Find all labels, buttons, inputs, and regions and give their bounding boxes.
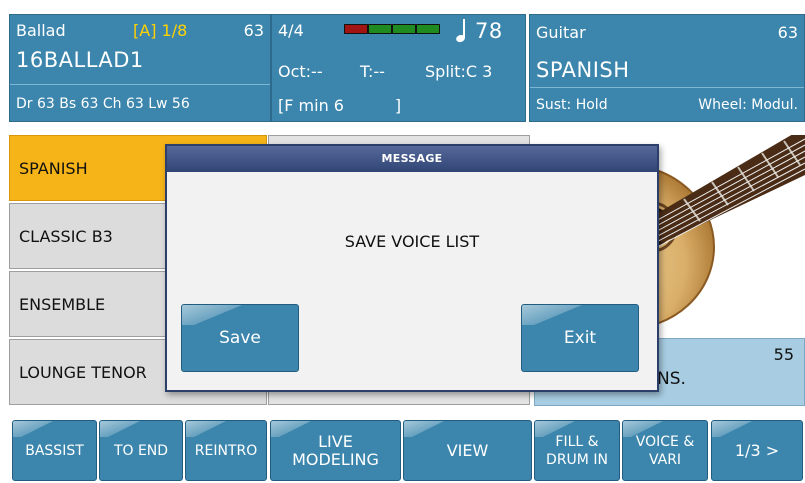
button-label: TO END (113, 442, 169, 459)
exit-button[interactable]: Exit (521, 304, 639, 372)
style-volumes: Dr 63 Bs 63 Ch 63 Lw 56 (16, 96, 190, 112)
beat-led (345, 25, 367, 33)
beat-led (369, 25, 391, 33)
button-label: VOICE & VARI (635, 433, 695, 468)
save-button[interactable]: Save (181, 304, 299, 372)
voice-settings-row: Sust: Hold Wheel: Modul. (536, 97, 798, 113)
divider (10, 84, 270, 85)
voice-item-label: ENSEMBLE (19, 294, 106, 314)
fill-drum-in-button[interactable]: FILL & DRUM IN (534, 420, 620, 481)
button-label: 1/3 > (734, 440, 780, 460)
beat-led (393, 25, 415, 33)
message-dialog: MESSAGE SAVE VOICE LIST Save Exit (165, 144, 659, 392)
style-file-name: 16BALLAD1 (16, 48, 144, 72)
button-label: LIVE MODELING (292, 431, 379, 469)
voice-item-label: NS. (657, 369, 686, 389)
octave-row: Oct:-- T:-- Split:C 3 (278, 62, 519, 81)
voice-name: SPANISH (536, 58, 630, 82)
bassist-button[interactable]: BASSIST (12, 420, 97, 481)
divider (530, 87, 804, 88)
status-header: Ballad [A] 1/8 63 16BALLAD1 Dr 63 Bs 63 … (0, 0, 805, 124)
to-end-button[interactable]: TO END (99, 420, 183, 481)
voice-panel[interactable]: Guitar 63 SPANISH Sust: Hold Wheel: Modu… (529, 14, 805, 122)
button-label: REINTRO (194, 442, 258, 459)
function-bar: BASSIST TO END REINTRO LIVE MODELING VIE… (0, 412, 805, 483)
voice-item-label: SPANISH (19, 158, 88, 178)
style-variation: [A] 1/8 (133, 21, 188, 40)
reintro-button[interactable]: REINTRO (185, 420, 267, 481)
style-value: 63 (243, 21, 264, 40)
button-label: FILL & DRUM IN (546, 433, 608, 468)
beat-led (417, 25, 439, 33)
view-button[interactable]: VIEW (403, 420, 532, 481)
style-panel[interactable]: Ballad [A] 1/8 63 16BALLAD1 Dr 63 Bs 63 … (9, 14, 271, 122)
dialog-message: SAVE VOICE LIST (344, 232, 480, 251)
transpose-value: T:-- (360, 62, 385, 81)
voice-vari-button[interactable]: VOICE & VARI (622, 420, 708, 481)
next-page-button[interactable]: 1/3 > (711, 420, 803, 481)
voice-item-value: 55 (773, 345, 794, 364)
split-value: Split:C 3 (425, 62, 493, 81)
voice-item-label: CLASSIC B3 (19, 226, 113, 246)
octave-value: Oct:-- (278, 62, 323, 81)
voice-value: 63 (777, 23, 798, 42)
live-modeling-button[interactable]: LIVE MODELING (270, 420, 401, 481)
button-label: BASSIST (25, 442, 84, 459)
quarter-note-icon (455, 19, 469, 43)
voice-item-label: LOUNGE TENOR (19, 362, 147, 382)
voice-category: Guitar (536, 23, 586, 42)
dialog-title: MESSAGE (167, 146, 657, 172)
arranger-panel[interactable]: 4/4 78 Oct:-- T:-- Split:C 3 [F min 6 ] (271, 14, 526, 122)
chord-display: [F min 6 ] (278, 96, 402, 115)
style-name: Ballad (16, 21, 66, 40)
save-button-label: Save (219, 328, 261, 348)
tempo-value: 78 (475, 19, 503, 43)
voice-category-row: Guitar 63 (536, 23, 798, 42)
wheel-setting: Wheel: Modul. (698, 97, 798, 113)
beat-meter (344, 24, 440, 34)
sustain-setting: Sust: Hold (536, 97, 608, 113)
exit-button-label: Exit (563, 328, 597, 348)
style-row: Ballad [A] 1/8 63 (16, 21, 264, 40)
button-label: VIEW (446, 440, 489, 460)
